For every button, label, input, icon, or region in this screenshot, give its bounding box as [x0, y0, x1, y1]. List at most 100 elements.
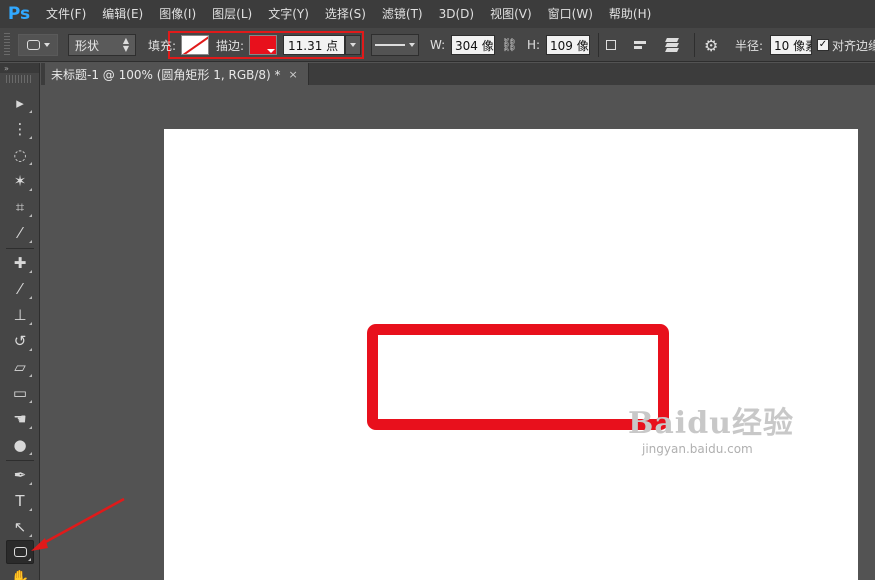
healing-brush-icon: ✚ [13, 254, 27, 272]
rounded-rectangle-icon [26, 40, 40, 50]
lasso-tool[interactable]: ◌ [6, 143, 34, 167]
baidu-watermark: Baidu经验 jingyan.baidu.com [628, 398, 794, 456]
stroke-type-picker[interactable] [371, 34, 419, 56]
marquee-tool[interactable]: ⋮ [6, 117, 34, 141]
menu-layer[interactable]: 图层(L) [204, 0, 260, 28]
menu-3d[interactable]: 3D(D) [431, 0, 482, 28]
menu-edit[interactable]: 编辑(E) [94, 0, 151, 28]
path-operations-button[interactable] [606, 34, 622, 56]
menu-filter[interactable]: 滤镜(T) [374, 0, 431, 28]
pen-icon: ✒ [13, 466, 27, 484]
tools-separator [6, 248, 34, 249]
menu-help[interactable]: 帮助(H) [601, 0, 659, 28]
align-edges-checkbox[interactable]: ✓ 对齐边缘 [817, 34, 875, 56]
solid-line-icon [375, 44, 405, 46]
rounded-rectangle-shape[interactable] [367, 324, 669, 430]
brush-icon: ⁄ [18, 280, 22, 298]
menu-type[interactable]: 文字(Y) [260, 0, 317, 28]
link-icon[interactable]: ⛓ [501, 34, 518, 56]
layers-icon [665, 38, 679, 42]
fill-swatch[interactable] [181, 35, 209, 55]
stroke-label: 描边: [216, 38, 245, 53]
move-icon: ▸ [16, 94, 24, 112]
gradient-tool[interactable]: ▭ [6, 381, 34, 405]
stroke-width-input[interactable]: 11.31 点 [283, 35, 345, 55]
history-brush-tool[interactable]: ↺ [6, 329, 34, 353]
marquee-icon: ⋮ [12, 120, 28, 138]
smudge-tool[interactable]: ☚ [6, 407, 34, 431]
photoshop-window: Ps 文件(F) 编辑(E) 图像(I) 图层(L) 文字(Y) 选择(S) 滤… [0, 0, 875, 580]
stroke-color-swatch[interactable] [249, 35, 277, 55]
tools-panel-grip[interactable] [6, 75, 33, 83]
move-tool[interactable]: ▸ [6, 91, 34, 115]
menu-view[interactable]: 视图(V) [482, 0, 540, 28]
rounded-rectangle-icon [13, 547, 27, 557]
smudge-icon: ☚ [13, 410, 27, 428]
hand-tool[interactable]: ✋ [6, 566, 34, 580]
chevron-down-icon [267, 49, 275, 53]
type-icon: T [15, 492, 25, 510]
checkbox-check-icon: ✓ [817, 39, 829, 51]
close-icon[interactable]: × [289, 68, 298, 81]
rounded-rectangle-tool[interactable] [6, 540, 34, 564]
align-bar-icon [634, 41, 646, 44]
clone-stamp-tool[interactable]: ⊥ [6, 303, 34, 327]
updown-icon: ▲ ▼ [122, 36, 129, 53]
crop-tool[interactable]: ⌗ [6, 195, 34, 219]
chevron-down-icon [350, 43, 356, 47]
menu-select[interactable]: 选择(S) [317, 0, 374, 28]
canvas-workspace[interactable] [41, 85, 875, 580]
path-alignment-button[interactable] [634, 34, 650, 56]
ps-logo: Ps [7, 4, 31, 24]
options-grip[interactable] [4, 33, 10, 57]
menu-file[interactable]: 文件(F) [38, 0, 94, 28]
tool-preset-picker[interactable] [18, 34, 58, 56]
watermark-sub: jingyan.baidu.com [642, 442, 753, 456]
layers-icon [665, 48, 679, 52]
document-tab-bar: 未标题-1 @ 100% (圆角矩形 1, RGB/8) * × [41, 63, 875, 85]
watermark-main: Baidu经验 [628, 406, 794, 441]
eyedropper-tool[interactable]: ⁄ [6, 221, 34, 245]
radius-label: 半径: [735, 38, 764, 53]
tools-panel: » ▸ ⋮ ◌ ✶ ⌗ ⁄ ✚ ⁄ ⊥ ↺ ▱ ▭ ☚ ● ✒ T ↖ ✋ [0, 63, 40, 580]
menu-window[interactable]: 窗口(W) [540, 0, 601, 28]
height-input[interactable]: 109 像素 [546, 35, 590, 55]
path-arrangement-button[interactable] [662, 34, 682, 56]
options-bar: 形状 ▲▼ 填充: 描边: 11.31 点 W: 304 像素 ⛓ H: 109… [0, 28, 875, 62]
height-label: H: [527, 38, 541, 52]
fill-label: 填充: [148, 38, 177, 53]
width-input[interactable]: 304 像素 [451, 35, 495, 55]
width-label: W: [430, 38, 446, 52]
eraser-icon: ▱ [14, 358, 26, 376]
dodge-tool[interactable]: ● [6, 433, 34, 457]
stroke-width-dropdown[interactable] [345, 35, 361, 55]
separator [694, 33, 695, 57]
radius-input[interactable]: 10 像素 [770, 35, 812, 55]
dodge-icon: ● [13, 436, 27, 454]
align-bar-icon [634, 46, 642, 49]
type-tool[interactable]: T [6, 489, 34, 513]
path-select-icon: ↖ [13, 518, 27, 536]
document-tab[interactable]: 未标题-1 @ 100% (圆角矩形 1, RGB/8) * × [45, 63, 309, 85]
hand-icon: ✋ [10, 569, 30, 580]
history-brush-icon: ↺ [13, 332, 27, 350]
tools-panel-collapse[interactable]: » [0, 63, 39, 73]
document-tab-title: 未标题-1 @ 100% (圆角矩形 1, RGB/8) * [51, 67, 281, 82]
magic-wand-tool[interactable]: ✶ [6, 169, 34, 193]
path-select-tool[interactable]: ↖ [6, 515, 34, 539]
healing-brush-tool[interactable]: ✚ [6, 251, 34, 275]
magic-wand-icon: ✶ [13, 172, 27, 190]
eyedropper-icon: ⁄ [18, 224, 22, 242]
tools-separator [6, 460, 34, 461]
eraser-tool[interactable]: ▱ [6, 355, 34, 379]
document-canvas[interactable] [164, 129, 858, 580]
lasso-icon: ◌ [13, 146, 27, 164]
separator [598, 33, 599, 57]
brush-tool[interactable]: ⁄ [6, 277, 34, 301]
menu-image[interactable]: 图像(I) [151, 0, 204, 28]
tool-mode-select[interactable]: 形状 ▲ ▼ [68, 34, 136, 56]
menu-bar: Ps 文件(F) 编辑(E) 图像(I) 图层(L) 文字(Y) 选择(S) 滤… [0, 0, 875, 28]
gradient-icon: ▭ [12, 384, 28, 402]
pen-tool[interactable]: ✒ [6, 463, 34, 487]
gear-icon[interactable]: ⚙ [704, 34, 718, 56]
